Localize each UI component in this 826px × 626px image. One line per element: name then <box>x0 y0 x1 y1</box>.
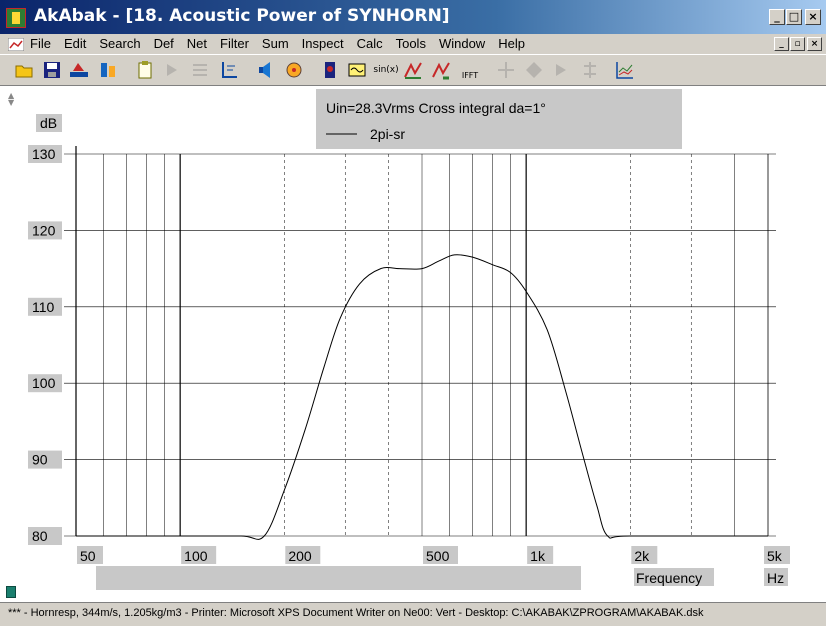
menu-inspect[interactable]: Inspect <box>302 36 344 51</box>
menu-filter[interactable]: Filter <box>220 36 249 51</box>
toolbar: sin(x) IFFT <box>0 54 826 86</box>
menu-net[interactable]: Net <box>187 36 207 51</box>
chart-area: Uin=28.3Vrms Cross integral da=1° 2pi-sr… <box>0 86 826 601</box>
disabled-tool-1[interactable] <box>494 58 518 82</box>
menu-edit[interactable]: Edit <box>64 36 86 51</box>
y-tick-label: 100 <box>32 375 56 391</box>
scroll-arrows-icon[interactable]: ▲ ▼ <box>8 92 14 107</box>
x-tick-label: 200 <box>288 548 312 564</box>
clipboard-icon[interactable] <box>133 58 157 82</box>
chart-menu-icon[interactable] <box>8 38 24 51</box>
y-tick-label: 120 <box>32 222 56 238</box>
x-axis-label: Frequency <box>636 570 702 586</box>
network-icon[interactable] <box>67 58 91 82</box>
filter-icon[interactable] <box>345 58 369 82</box>
x-scrollbar[interactable] <box>96 566 581 590</box>
x-tick-label: 2k <box>634 548 650 564</box>
x-tick-label: 100 <box>184 548 208 564</box>
ifft-icon[interactable]: IFFT <box>457 58 483 82</box>
ifft-label: IFFT <box>461 70 479 80</box>
menu-calc[interactable]: Calc <box>357 36 383 51</box>
y-tick-label: 80 <box>32 528 48 544</box>
disabled-tool-4[interactable] <box>578 58 602 82</box>
akabak-app-icon[interactable] <box>6 8 26 28</box>
y-axis-label: dB <box>40 115 57 131</box>
save-icon[interactable] <box>40 58 64 82</box>
legend-label: 2pi-sr <box>370 126 405 142</box>
overlay-icon[interactable] <box>613 58 637 82</box>
window-title: AkAbak - [18. Acoustic Power of SYNHORN] <box>34 6 450 26</box>
probe-icon[interactable] <box>282 58 306 82</box>
frequency-response-chart[interactable]: Uin=28.3Vrms Cross integral da=1° 2pi-sr… <box>0 86 826 601</box>
plot2-icon[interactable] <box>429 58 453 82</box>
mdi-close-button[interactable]: × <box>807 37 822 51</box>
open-icon[interactable] <box>12 58 36 82</box>
mdi-restore-button[interactable]: ▫ <box>790 37 805 51</box>
menu-bar: File Edit Search Def Net Filter Sum Inspect Calc… <box>0 34 826 54</box>
sin-label: sin(x) <box>373 65 399 75</box>
y-tick-label: 90 <box>32 452 48 468</box>
plot-icon[interactable] <box>401 58 425 82</box>
disabled-tool-3[interactable] <box>550 58 574 82</box>
menu-search[interactable]: Search <box>99 36 140 51</box>
title-bar: AkAbak - [18. Acoustic Power of SYNHORN]… <box>0 0 826 34</box>
menu-sum[interactable]: Sum <box>262 36 289 51</box>
print-icon[interactable] <box>96 58 120 82</box>
sin-icon[interactable]: sin(x) <box>372 58 400 82</box>
x-tick-label: 500 <box>426 548 450 564</box>
menu-def[interactable]: Def <box>154 36 174 51</box>
close-button[interactable]: × <box>805 9 821 25</box>
x-tick-label: 5k <box>767 548 783 564</box>
maximize-button[interactable]: □ <box>786 9 802 25</box>
menu-items: File Edit Search Def Net Filter Sum Inspect Calc… <box>30 36 538 51</box>
menu-help[interactable]: Help <box>498 36 525 51</box>
status-bar: *** - Hornresp, 344m/s, 1.205kg/m3 - Pri… <box>0 602 826 626</box>
align-icon[interactable] <box>188 58 212 82</box>
menu-file[interactable]: File <box>30 36 51 51</box>
x-tick-label: 1k <box>530 548 546 564</box>
mdi-minimize-button[interactable]: _ <box>774 37 789 51</box>
x-tick-label: 50 <box>80 548 96 564</box>
document-icon[interactable] <box>6 586 16 598</box>
status-text: *** - Hornresp, 344m/s, 1.205kg/m3 - Pri… <box>8 607 704 619</box>
menu-tools[interactable]: Tools <box>396 36 426 51</box>
y-tick-label: 130 <box>32 146 56 162</box>
chart-title: Uin=28.3Vrms Cross integral da=1° <box>326 100 546 116</box>
axes-icon[interactable] <box>217 58 241 82</box>
y-tick-label: 110 <box>32 299 55 315</box>
menu-window[interactable]: Window <box>439 36 485 51</box>
arrow-icon[interactable] <box>161 58 185 82</box>
record-icon[interactable] <box>318 58 342 82</box>
minimize-button[interactable]: _ <box>769 9 785 25</box>
disabled-tool-2[interactable] <box>522 58 546 82</box>
x-unit-label: Hz <box>767 570 784 586</box>
speaker-icon[interactable] <box>254 58 278 82</box>
